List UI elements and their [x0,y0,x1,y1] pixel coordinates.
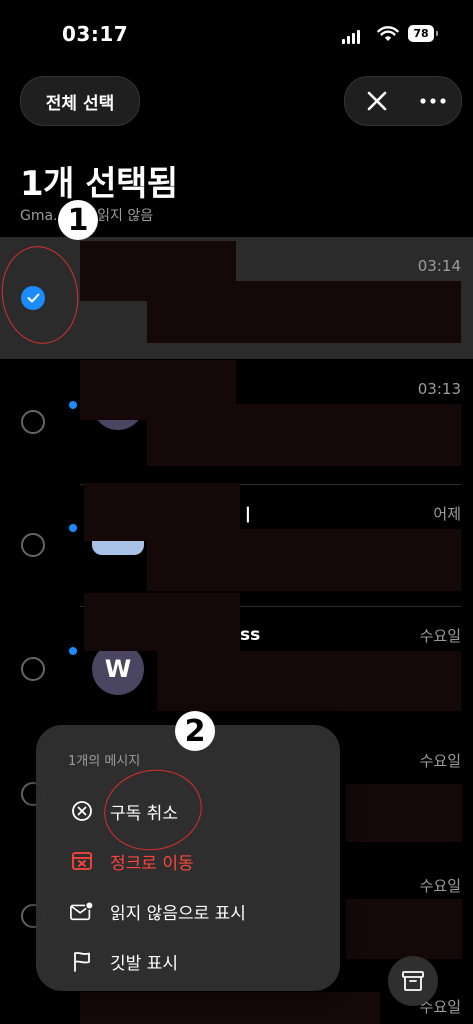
more-icon [420,98,446,104]
avatar [92,541,144,555]
page-title: 1개 선택됨 [20,164,178,204]
redacted-preview [147,529,461,591]
menu-item-label: 읽지 않음으로 표시 [110,903,246,924]
mark-unread-icon [70,899,94,923]
unread-dot [69,401,77,409]
archive-button[interactable] [388,956,438,1006]
move-to-junk-menu-item[interactable]: 정크로 이동 [36,836,340,886]
unread-dot [69,647,77,655]
redacted-preview [147,404,461,466]
email-time: 수요일 [419,752,461,770]
unsubscribe-icon [70,799,94,823]
row-checkbox[interactable] [21,533,45,557]
select-all-button[interactable]: 전체 선택 [20,76,140,126]
menu-header: 1개의 메시지 [68,754,141,769]
row-checkbox[interactable] [21,410,45,434]
status-time: 03:17 [62,22,129,46]
more-button[interactable] [405,77,461,125]
redacted-sender [80,992,380,1024]
top-actions [344,76,462,126]
redacted-preview [346,784,462,842]
email-time: 03:13 [417,380,461,398]
unread-dot [69,524,77,532]
menu-item-label: 정크로 이동 [110,853,194,874]
archive-icon [402,971,424,991]
annotation-badge-2: 2 [175,711,215,751]
sender-name-partial: ss [240,625,261,645]
email-row[interactable]: ㅣ 어제 [0,483,473,605]
close-icon [367,91,387,111]
sender-name-partial: ㅣ [240,506,256,526]
menu-item-label: 깃발 표시 [110,953,178,974]
email-row[interactable]: W ss 수요일 [0,593,473,731]
wifi-icon [377,26,399,46]
email-time: 수요일 [419,877,461,895]
email-time: 수요일 [419,627,461,645]
close-button[interactable] [349,77,405,125]
row-checkbox[interactable] [21,657,45,681]
mark-unread-menu-item[interactable]: 읽지 않음으로 표시 [36,886,340,936]
annotation-badge-1: 1 [58,200,98,240]
message-action-menu: 1개의 메시지 구독 취소 정크로 이동 읽지 않음으로 표시 깃발 표시 [36,725,340,991]
battery-indicator: 78 [408,25,438,42]
redacted-preview [157,651,461,711]
email-time: 03:14 [417,257,461,275]
redacted-sender [84,593,240,651]
redacted-preview [346,899,462,959]
junk-icon [70,849,94,873]
flag-menu-item[interactable]: 깃발 표시 [36,936,340,986]
cellular-signal-icon [342,30,360,44]
email-time: 어제 [433,505,461,523]
redacted-preview [147,281,461,343]
flag-icon [70,949,94,973]
email-row[interactable]: 03:13 [0,360,473,484]
